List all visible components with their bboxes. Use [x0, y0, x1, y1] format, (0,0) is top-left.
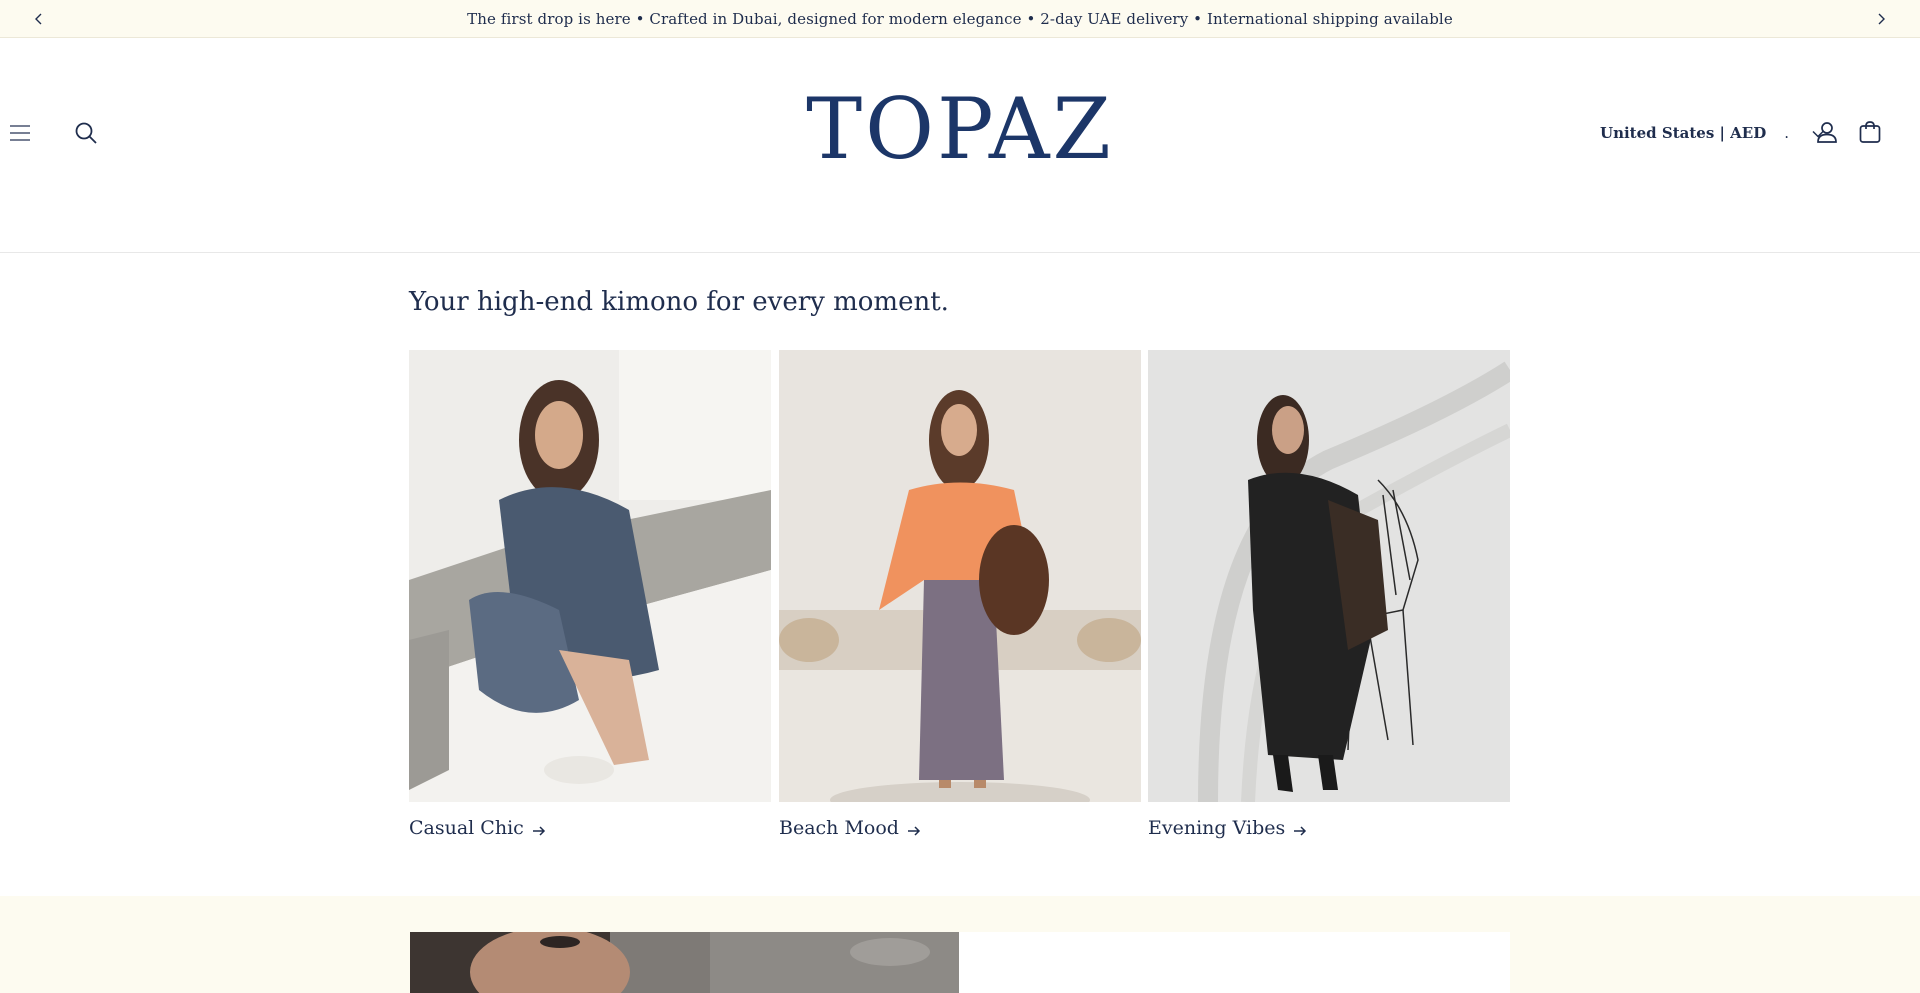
collections-heading: Your high-end kimono for every moment. — [409, 287, 949, 317]
collection-title: Evening Vibes — [1148, 817, 1286, 839]
country-currency-selector[interactable]: United States | AED . — [1600, 122, 1825, 144]
collection-image-casual-chic[interactable] — [409, 350, 771, 802]
locale-label: United States | AED — [1600, 124, 1767, 142]
featured-section — [0, 896, 1920, 993]
locale-suffix: . — [1784, 124, 1790, 142]
collection-link-beach-mood[interactable]: Beach Mood — [779, 817, 1141, 839]
announcement-text: The first drop is here • Crafted in Duba… — [467, 10, 1453, 28]
cart-icon[interactable] — [1857, 119, 1883, 145]
collection-card-beach-mood[interactable]: Beach Mood — [779, 350, 1141, 839]
account-icon[interactable] — [1814, 119, 1840, 145]
arrow-right-icon — [1293, 821, 1307, 836]
featured-text-panel — [959, 932, 1510, 993]
site-header: TOPAZ United States | AED . — [0, 39, 1920, 253]
chevron-right-icon[interactable] — [1870, 8, 1892, 30]
announcement-bar: The first drop is here • Crafted in Duba… — [0, 0, 1920, 38]
featured-image — [410, 932, 959, 993]
collection-title: Beach Mood — [779, 817, 899, 839]
collection-card-evening-vibes[interactable]: Evening Vibes — [1148, 350, 1510, 839]
collection-card-casual-chic[interactable]: Casual Chic — [409, 350, 771, 839]
arrow-right-icon — [532, 821, 546, 836]
collection-image-evening-vibes[interactable] — [1148, 350, 1510, 802]
collection-title: Casual Chic — [409, 817, 524, 839]
arrow-right-icon — [907, 821, 921, 836]
collection-link-casual-chic[interactable]: Casual Chic — [409, 817, 771, 839]
collection-image-beach-mood[interactable] — [779, 350, 1141, 802]
collection-link-evening-vibes[interactable]: Evening Vibes — [1148, 817, 1510, 839]
